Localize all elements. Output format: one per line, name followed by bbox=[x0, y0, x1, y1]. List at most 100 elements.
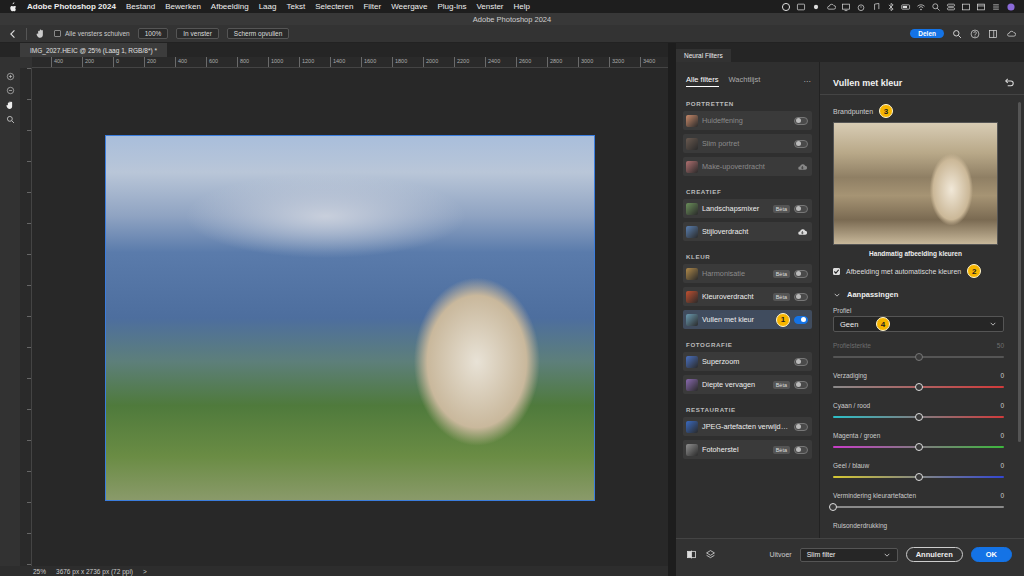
help-icon[interactable] bbox=[970, 29, 980, 39]
checkbox[interactable] bbox=[833, 268, 840, 275]
slider-handle[interactable] bbox=[915, 443, 923, 451]
menu-item[interactable]: Weergave bbox=[391, 2, 427, 11]
compare-icon[interactable] bbox=[686, 549, 697, 560]
filter-item[interactable]: HarmonisatieBèta bbox=[683, 264, 812, 283]
cc-icon[interactable] bbox=[781, 2, 791, 12]
filter-item[interactable]: Diepte vervagenBèta bbox=[683, 375, 812, 394]
filter-item[interactable]: FotoherstelBèta bbox=[683, 440, 812, 459]
workspace-icon[interactable] bbox=[988, 29, 998, 39]
menu-item[interactable]: Venster bbox=[476, 2, 503, 11]
zoom-out-icon[interactable] bbox=[6, 86, 15, 95]
filter-item[interactable]: Vullen met kleur1 bbox=[683, 310, 812, 329]
app-menu[interactable]: Adobe Photoshop 2024 bbox=[27, 2, 116, 11]
music-icon[interactable] bbox=[871, 2, 881, 12]
menu-item[interactable]: Afbeelding bbox=[211, 2, 249, 11]
profile-dropdown[interactable]: Geen4 bbox=[833, 316, 1004, 332]
filter-toggle[interactable] bbox=[794, 446, 808, 454]
filter-item[interactable]: Slim portret bbox=[683, 134, 812, 153]
list-icon[interactable] bbox=[991, 2, 1001, 12]
checkbox[interactable] bbox=[54, 30, 61, 37]
slider-track[interactable] bbox=[833, 416, 1004, 418]
filter-item[interactable]: Superzoom bbox=[683, 352, 812, 371]
slider-handle[interactable] bbox=[915, 473, 923, 481]
battery-icon[interactable] bbox=[901, 2, 911, 12]
share-button[interactable]: Delen bbox=[910, 29, 944, 38]
record-icon[interactable] bbox=[811, 2, 821, 12]
filter-tab[interactable]: Alle filters bbox=[686, 75, 719, 87]
filter-tab[interactable]: Wachtlijst bbox=[729, 75, 761, 87]
filter-toggle[interactable] bbox=[794, 423, 808, 431]
download-cloud-icon[interactable] bbox=[796, 161, 808, 172]
zoom-button[interactable]: 100% bbox=[138, 28, 169, 39]
search-icon[interactable] bbox=[952, 29, 962, 39]
status-more[interactable]: > bbox=[143, 568, 147, 575]
zoom-button[interactable]: In venster bbox=[176, 28, 219, 39]
filter-toggle[interactable] bbox=[794, 293, 808, 301]
slider-track[interactable] bbox=[833, 476, 1004, 478]
back-icon[interactable] bbox=[8, 29, 18, 39]
chevron-icon[interactable] bbox=[833, 291, 841, 299]
cancel-button[interactable]: Annuleren bbox=[906, 547, 963, 562]
filter-toggle[interactable] bbox=[794, 117, 808, 125]
zoom-in-icon[interactable] bbox=[6, 72, 15, 81]
filter-toggle[interactable] bbox=[794, 381, 808, 389]
display-icon[interactable] bbox=[841, 2, 851, 12]
slider-track[interactable] bbox=[833, 506, 1004, 508]
slider-handle[interactable] bbox=[915, 383, 923, 391]
filter-toggle[interactable] bbox=[794, 316, 808, 324]
reset-icon[interactable] bbox=[1003, 77, 1014, 88]
zoom-button[interactable]: Scherm opvullen bbox=[227, 28, 289, 39]
ok-button[interactable]: OK bbox=[971, 547, 1012, 562]
preview-image[interactable] bbox=[833, 122, 998, 245]
align-all-checkbox[interactable]: Alle vensters schuiven bbox=[54, 30, 130, 37]
document-tab[interactable]: IMG_2027.HEIC @ 25% (Laag 1, RGB/8*) * bbox=[20, 43, 167, 57]
filter-item[interactable]: Stijloverdracht bbox=[683, 222, 812, 241]
cloud-icon[interactable] bbox=[826, 2, 836, 12]
control-center-icon[interactable] bbox=[946, 2, 956, 12]
layers-icon[interactable] bbox=[705, 549, 716, 560]
slider-handle[interactable] bbox=[915, 413, 923, 421]
filter-item[interactable]: Make-upoverdracht bbox=[683, 157, 812, 176]
filter-item[interactable]: Huideffening bbox=[683, 111, 812, 130]
siri-icon[interactable] bbox=[1006, 2, 1016, 12]
slider-label: Geel / blauw bbox=[833, 461, 869, 470]
cloud-doc-icon[interactable] bbox=[1006, 29, 1016, 39]
filter-toggle[interactable] bbox=[794, 270, 808, 278]
menu-item[interactable]: Help bbox=[514, 2, 530, 11]
slider-track[interactable] bbox=[833, 386, 1004, 388]
search-icon[interactable] bbox=[931, 2, 941, 12]
download-cloud-icon[interactable] bbox=[796, 226, 808, 237]
timer-icon[interactable] bbox=[856, 2, 866, 12]
auto-color-checkbox[interactable]: Afbeelding met automatische kleuren2 bbox=[833, 264, 1004, 278]
filter-toggle[interactable] bbox=[794, 358, 808, 366]
filter-item[interactable]: KleuroverdrachtBèta bbox=[683, 287, 812, 306]
menu-item[interactable]: Bewerken bbox=[165, 2, 201, 11]
filter-toggle[interactable] bbox=[794, 140, 808, 148]
layers-icon[interactable] bbox=[796, 2, 806, 12]
filter-item[interactable]: LandschapsmixerBèta bbox=[683, 199, 812, 218]
menu-item[interactable]: Plug-ins bbox=[437, 2, 466, 11]
window-icon[interactable] bbox=[976, 2, 986, 12]
zoom-level[interactable]: 25% bbox=[33, 568, 46, 575]
adjustments-header[interactable]: Aanpassingen bbox=[833, 290, 1004, 299]
screen-icon[interactable] bbox=[961, 2, 971, 12]
wifi-icon[interactable] bbox=[916, 2, 926, 12]
menu-item[interactable]: Selecteren bbox=[315, 2, 353, 11]
filter-item[interactable]: JPEG-artefacten verwijd… bbox=[683, 417, 812, 436]
slider-handle[interactable] bbox=[829, 503, 837, 511]
bluetooth-icon[interactable] bbox=[886, 2, 896, 12]
scrollbar[interactable] bbox=[1018, 102, 1021, 442]
hand-tool-icon[interactable] bbox=[5, 100, 15, 110]
menu-item[interactable]: Filter bbox=[363, 2, 381, 11]
menu-item[interactable]: Bestand bbox=[126, 2, 155, 11]
hand-icon[interactable] bbox=[35, 28, 46, 39]
magnifier-icon[interactable] bbox=[6, 115, 15, 124]
menu-item[interactable]: Laag bbox=[259, 2, 277, 11]
menu-item[interactable]: Tekst bbox=[286, 2, 305, 11]
slider-track[interactable] bbox=[833, 446, 1004, 448]
more-button[interactable]: ··· bbox=[804, 77, 812, 86]
apple-icon[interactable] bbox=[8, 2, 17, 12]
panel-tab[interactable]: Neural Filters bbox=[676, 49, 731, 62]
filter-toggle[interactable] bbox=[794, 205, 808, 213]
output-dropdown[interactable]: Slim filter bbox=[800, 548, 898, 562]
